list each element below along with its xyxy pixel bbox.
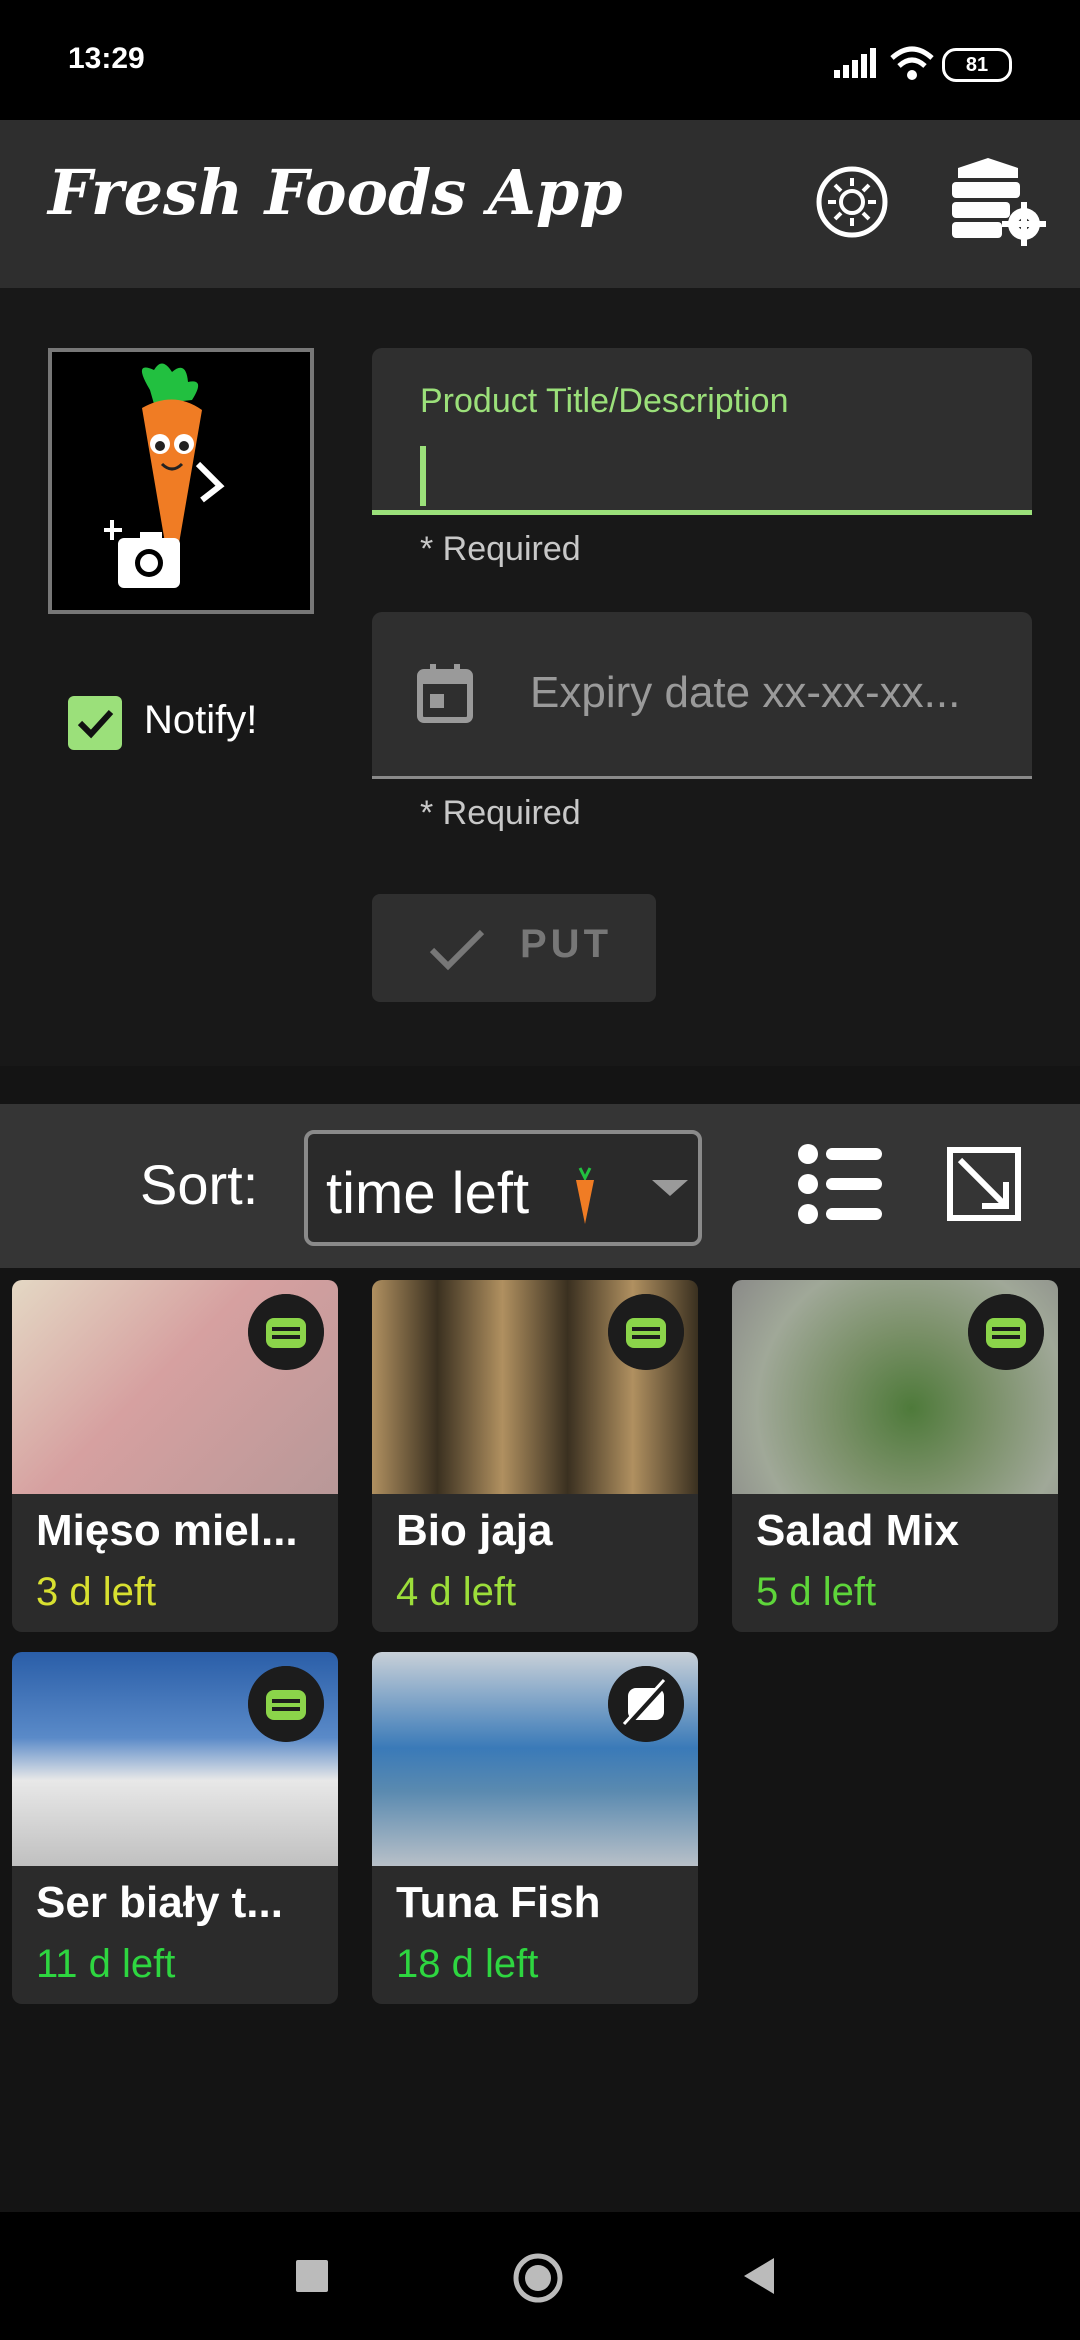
notify-checkbox[interactable] xyxy=(68,696,122,750)
status-time: 13:29 xyxy=(68,42,145,75)
battery-indicator: 81 xyxy=(942,48,1012,82)
add-photo-icon xyxy=(104,520,180,588)
brightness-icon[interactable] xyxy=(814,164,890,240)
product-name: Mięso miel... xyxy=(36,1506,298,1555)
date-required-hint: * Required xyxy=(420,794,581,832)
open-package-icon xyxy=(248,1666,324,1742)
dropdown-arrow-icon xyxy=(652,1180,688,1196)
product-name: Salad Mix xyxy=(756,1506,959,1555)
notify-label: Notify! xyxy=(144,698,258,742)
product-name: Ser biały t... xyxy=(36,1878,283,1927)
product-title-label: Product Title/Description xyxy=(420,382,789,420)
days-left: 18 d left xyxy=(396,1942,539,1986)
check-icon xyxy=(429,929,485,971)
check-icon xyxy=(77,709,114,739)
sealed-package-icon xyxy=(608,1666,684,1742)
add-product-form: Notify! Product Title/Description * Requ… xyxy=(0,288,1080,1066)
app-title: Fresh Foods App xyxy=(48,156,623,229)
status-bar: 13:29 81 xyxy=(0,0,1080,120)
product-photo-button[interactable] xyxy=(48,348,314,614)
sort-bar: Sort: time left xyxy=(0,1104,1080,1268)
put-button[interactable]: PUT xyxy=(372,894,656,1002)
product-card[interactable]: Mięso miel... 3 d left xyxy=(12,1280,338,1632)
open-package-icon xyxy=(968,1294,1044,1370)
put-button-label: PUT xyxy=(520,922,612,966)
days-left: 11 d left xyxy=(36,1942,176,1986)
sort-selected-value: time left xyxy=(326,1161,530,1226)
expand-icon[interactable] xyxy=(946,1146,1022,1222)
home-button[interactable] xyxy=(512,2252,564,2304)
wifi-icon xyxy=(890,46,934,80)
product-name: Tuna Fish xyxy=(396,1878,601,1927)
text-caret xyxy=(420,446,426,506)
product-card[interactable]: Tuna Fish 18 d left xyxy=(372,1652,698,2004)
days-left: 5 d left xyxy=(756,1570,877,1614)
open-package-icon xyxy=(608,1294,684,1370)
product-title-input[interactable]: Product Title/Description xyxy=(372,348,1032,515)
calendar-icon xyxy=(417,664,473,723)
product-card[interactable]: Salad Mix 5 d left xyxy=(732,1280,1058,1632)
expiry-date-placeholder: Expiry date xx-xx-xx... xyxy=(530,668,961,717)
product-card[interactable]: Ser biały t... 11 d left xyxy=(12,1652,338,2004)
product-card[interactable]: Bio jaja 4 d left xyxy=(372,1280,698,1632)
open-package-icon xyxy=(248,1294,324,1370)
product-name: Bio jaja xyxy=(396,1506,553,1555)
sort-label: Sort: xyxy=(140,1153,259,1216)
back-button[interactable] xyxy=(740,2256,776,2296)
days-left: 4 d left xyxy=(396,1570,517,1614)
sort-dropdown[interactable]: time left xyxy=(304,1130,702,1246)
recents-button[interactable] xyxy=(296,2260,328,2292)
navigation-bar xyxy=(0,2212,1080,2340)
signal-icon xyxy=(834,48,876,78)
expiry-date-input[interactable]: Expiry date xx-xx-xx... xyxy=(372,612,1032,779)
title-required-hint: * Required xyxy=(420,530,581,568)
carrot-icon xyxy=(576,1167,594,1224)
app-bar: Fresh Foods App xyxy=(0,120,1080,288)
days-left: 3 d left xyxy=(36,1570,157,1614)
list-view-icon[interactable] xyxy=(798,1142,882,1226)
database-settings-icon[interactable] xyxy=(948,158,1048,248)
